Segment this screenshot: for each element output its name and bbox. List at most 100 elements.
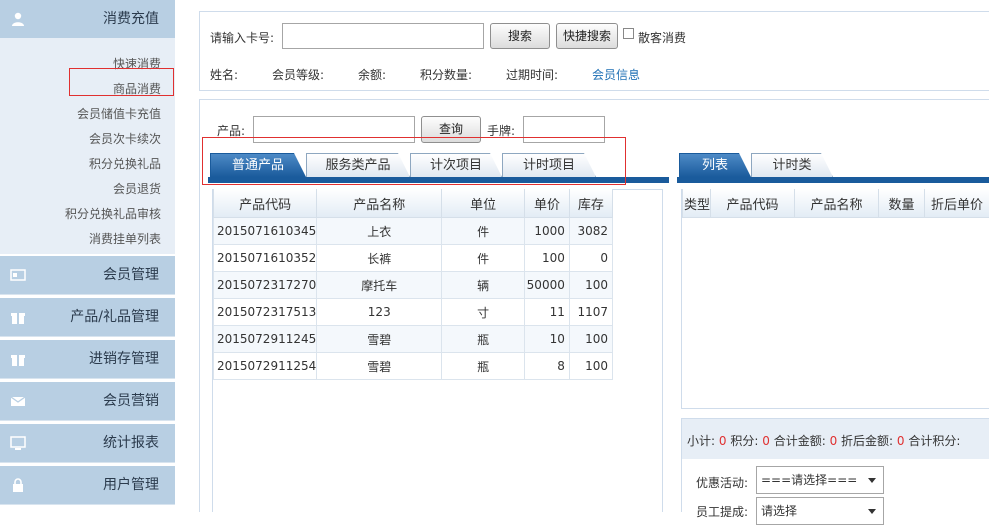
cell-product-code: 2015072911254 xyxy=(214,353,317,380)
chevron-down-icon xyxy=(868,478,876,483)
sidebar-item-member-return[interactable]: 会员退货 xyxy=(113,180,161,197)
gift-icon xyxy=(10,351,26,367)
column-header[interactable]: 库存 xyxy=(569,189,612,218)
sidebar-section-product-mgmt[interactable]: 产品/礼品管理 xyxy=(0,298,175,337)
column-header[interactable]: 折后单价 xyxy=(925,189,989,218)
cell-product-name: 摩托车 xyxy=(317,272,442,299)
tab-highlight-box xyxy=(202,137,626,185)
cell-product-name: 长裤 xyxy=(317,245,442,272)
total-points-label: 合计积分: xyxy=(908,434,960,448)
table-row[interactable]: 2015071610345 上衣 件 1000 3082 xyxy=(214,218,613,245)
cell-product-code: 2015071610345 xyxy=(214,218,317,245)
cart-table: 类型 产品代码 产品名称 数量 折后单价 xyxy=(682,189,989,218)
table-header-row: 类型 产品代码 产品名称 数量 折后单价 xyxy=(683,189,989,218)
promo-select-value: ===请选择=== xyxy=(761,473,857,487)
total-amount-label: 合计金额: xyxy=(774,434,826,448)
column-header[interactable]: 产品名称 xyxy=(795,189,879,218)
search-button[interactable]: 搜索 xyxy=(490,23,550,49)
cell-product-name: 上衣 xyxy=(317,218,442,245)
table-row[interactable]: 2015072911254 雪碧 瓶 8 100 xyxy=(214,353,613,380)
quick-search-button[interactable]: 快捷搜索 xyxy=(556,23,618,49)
cell-stock: 100 xyxy=(569,272,612,299)
lock-icon xyxy=(10,477,26,493)
discount-amount-label: 折后金额: xyxy=(841,434,893,448)
column-header[interactable]: 产品代码 xyxy=(711,189,795,218)
sidebar-item-pending-orders[interactable]: 消费挂单列表 xyxy=(89,230,161,247)
sidebar-item-count-card-renew[interactable]: 会员次卡续次 xyxy=(89,130,161,147)
cell-stock: 100 xyxy=(569,326,612,353)
cell-price: 100 xyxy=(525,245,570,272)
summary-bar: 小计: 0 积分: 0 合计金额: 0 折后金额: 0 合计积分: xyxy=(682,419,989,459)
walkin-checkbox[interactable] xyxy=(623,28,634,39)
tab-cart-timed[interactable]: 计时类 xyxy=(751,153,833,177)
cell-unit: 瓶 xyxy=(442,326,525,353)
sidebar: 消费充值 快速消费 商品消费 会员储值卡充值 会员次卡续次 积分兑换礼品 会员退… xyxy=(0,0,175,512)
sidebar-section-label: 会员营销 xyxy=(103,382,159,420)
cell-unit: 件 xyxy=(442,245,525,272)
cell-stock: 1107 xyxy=(569,299,612,326)
column-header[interactable]: 数量 xyxy=(879,189,925,218)
cell-product-code: 2015071610352 xyxy=(214,245,317,272)
user-icon xyxy=(10,11,26,27)
member-level-label: 会员等级: xyxy=(272,66,324,83)
tab-cart-list[interactable]: 列表 xyxy=(679,153,751,177)
sidebar-item-redeem-review[interactable]: 积分兑换礼品审核 xyxy=(65,205,161,222)
column-header[interactable]: 单位 xyxy=(442,189,525,218)
sidebar-section-reports[interactable]: 统计报表 xyxy=(0,424,175,463)
member-info-link[interactable]: 会员信息 xyxy=(592,66,640,83)
cell-unit: 瓶 xyxy=(442,353,525,380)
cell-product-code: 2015072911245 xyxy=(214,326,317,353)
discount-amount-value: 0 xyxy=(897,434,905,448)
sidebar-section-inventory[interactable]: 进销存管理 xyxy=(0,340,175,379)
table-row[interactable]: 2015072317270 摩托车 辆 50000 100 xyxy=(214,272,613,299)
sidebar-item-card-recharge[interactable]: 会员储值卡充值 xyxy=(77,105,161,122)
staff-commission-select[interactable]: 请选择 xyxy=(756,497,884,525)
cell-price: 50000 xyxy=(525,272,570,299)
subtotal-label: 小计: xyxy=(687,434,715,448)
cell-unit: 件 xyxy=(442,218,525,245)
cell-unit: 辆 xyxy=(442,272,525,299)
balance-label: 余额: xyxy=(358,66,386,83)
monitor-icon xyxy=(10,435,26,451)
promo-select[interactable]: ===请选择=== xyxy=(756,466,884,494)
expiry-label: 过期时间: xyxy=(506,66,558,83)
cell-product-code: 2015072317270 xyxy=(214,272,317,299)
staff-select-value: 请选择 xyxy=(761,504,797,518)
sidebar-section-label: 统计报表 xyxy=(103,424,159,462)
product-table: 产品代码 产品名称 单位 单价 库存 2015071610345 上衣 件 10… xyxy=(213,189,613,380)
cell-stock: 100 xyxy=(569,353,612,380)
cell-stock: 0 xyxy=(569,245,612,272)
table-row[interactable]: 2015071610352 长裤 件 100 0 xyxy=(214,245,613,272)
name-label: 姓名: xyxy=(210,66,238,83)
sidebar-item-points-redeem[interactable]: 积分兑换礼品 xyxy=(89,155,161,172)
cell-unit: 寸 xyxy=(442,299,525,326)
card-number-input[interactable] xyxy=(282,23,484,49)
column-header[interactable]: 产品名称 xyxy=(317,189,442,218)
points-label: 积分: xyxy=(730,434,758,448)
sidebar-section-consumption[interactable]: 消费充值 xyxy=(0,0,175,39)
id-card-icon xyxy=(10,267,26,283)
cell-product-name: 123 xyxy=(317,299,442,326)
table-header-row: 产品代码 产品名称 单位 单价 库存 xyxy=(214,189,613,218)
column-header[interactable]: 类型 xyxy=(683,189,711,218)
cell-stock: 3082 xyxy=(569,218,612,245)
cell-price: 1000 xyxy=(525,218,570,245)
cell-product-name: 雪碧 xyxy=(317,326,442,353)
card-number-label: 请输入卡号: xyxy=(210,29,274,46)
points-label: 积分数量: xyxy=(420,66,472,83)
total-amount-value: 0 xyxy=(830,434,838,448)
sidebar-section-marketing[interactable]: 会员营销 xyxy=(0,382,175,421)
cell-product-code: 2015072317513 xyxy=(214,299,317,326)
cell-price: 11 xyxy=(525,299,570,326)
column-header[interactable]: 产品代码 xyxy=(214,189,317,218)
sidebar-section-user-mgmt[interactable]: 用户管理 xyxy=(0,466,175,505)
table-row[interactable]: 2015072317513 123 寸 11 1107 xyxy=(214,299,613,326)
table-row[interactable]: 2015072911245 雪碧 瓶 10 100 xyxy=(214,326,613,353)
column-header[interactable]: 单价 xyxy=(525,189,570,218)
selection-highlight xyxy=(69,68,174,96)
sidebar-section-member-mgmt[interactable]: 会员管理 xyxy=(0,256,175,295)
cell-product-name: 雪碧 xyxy=(317,353,442,380)
sidebar-section-label: 进销存管理 xyxy=(89,340,159,378)
cart-grid-frame xyxy=(681,189,989,409)
sidebar-section-label: 产品/礼品管理 xyxy=(70,298,159,336)
